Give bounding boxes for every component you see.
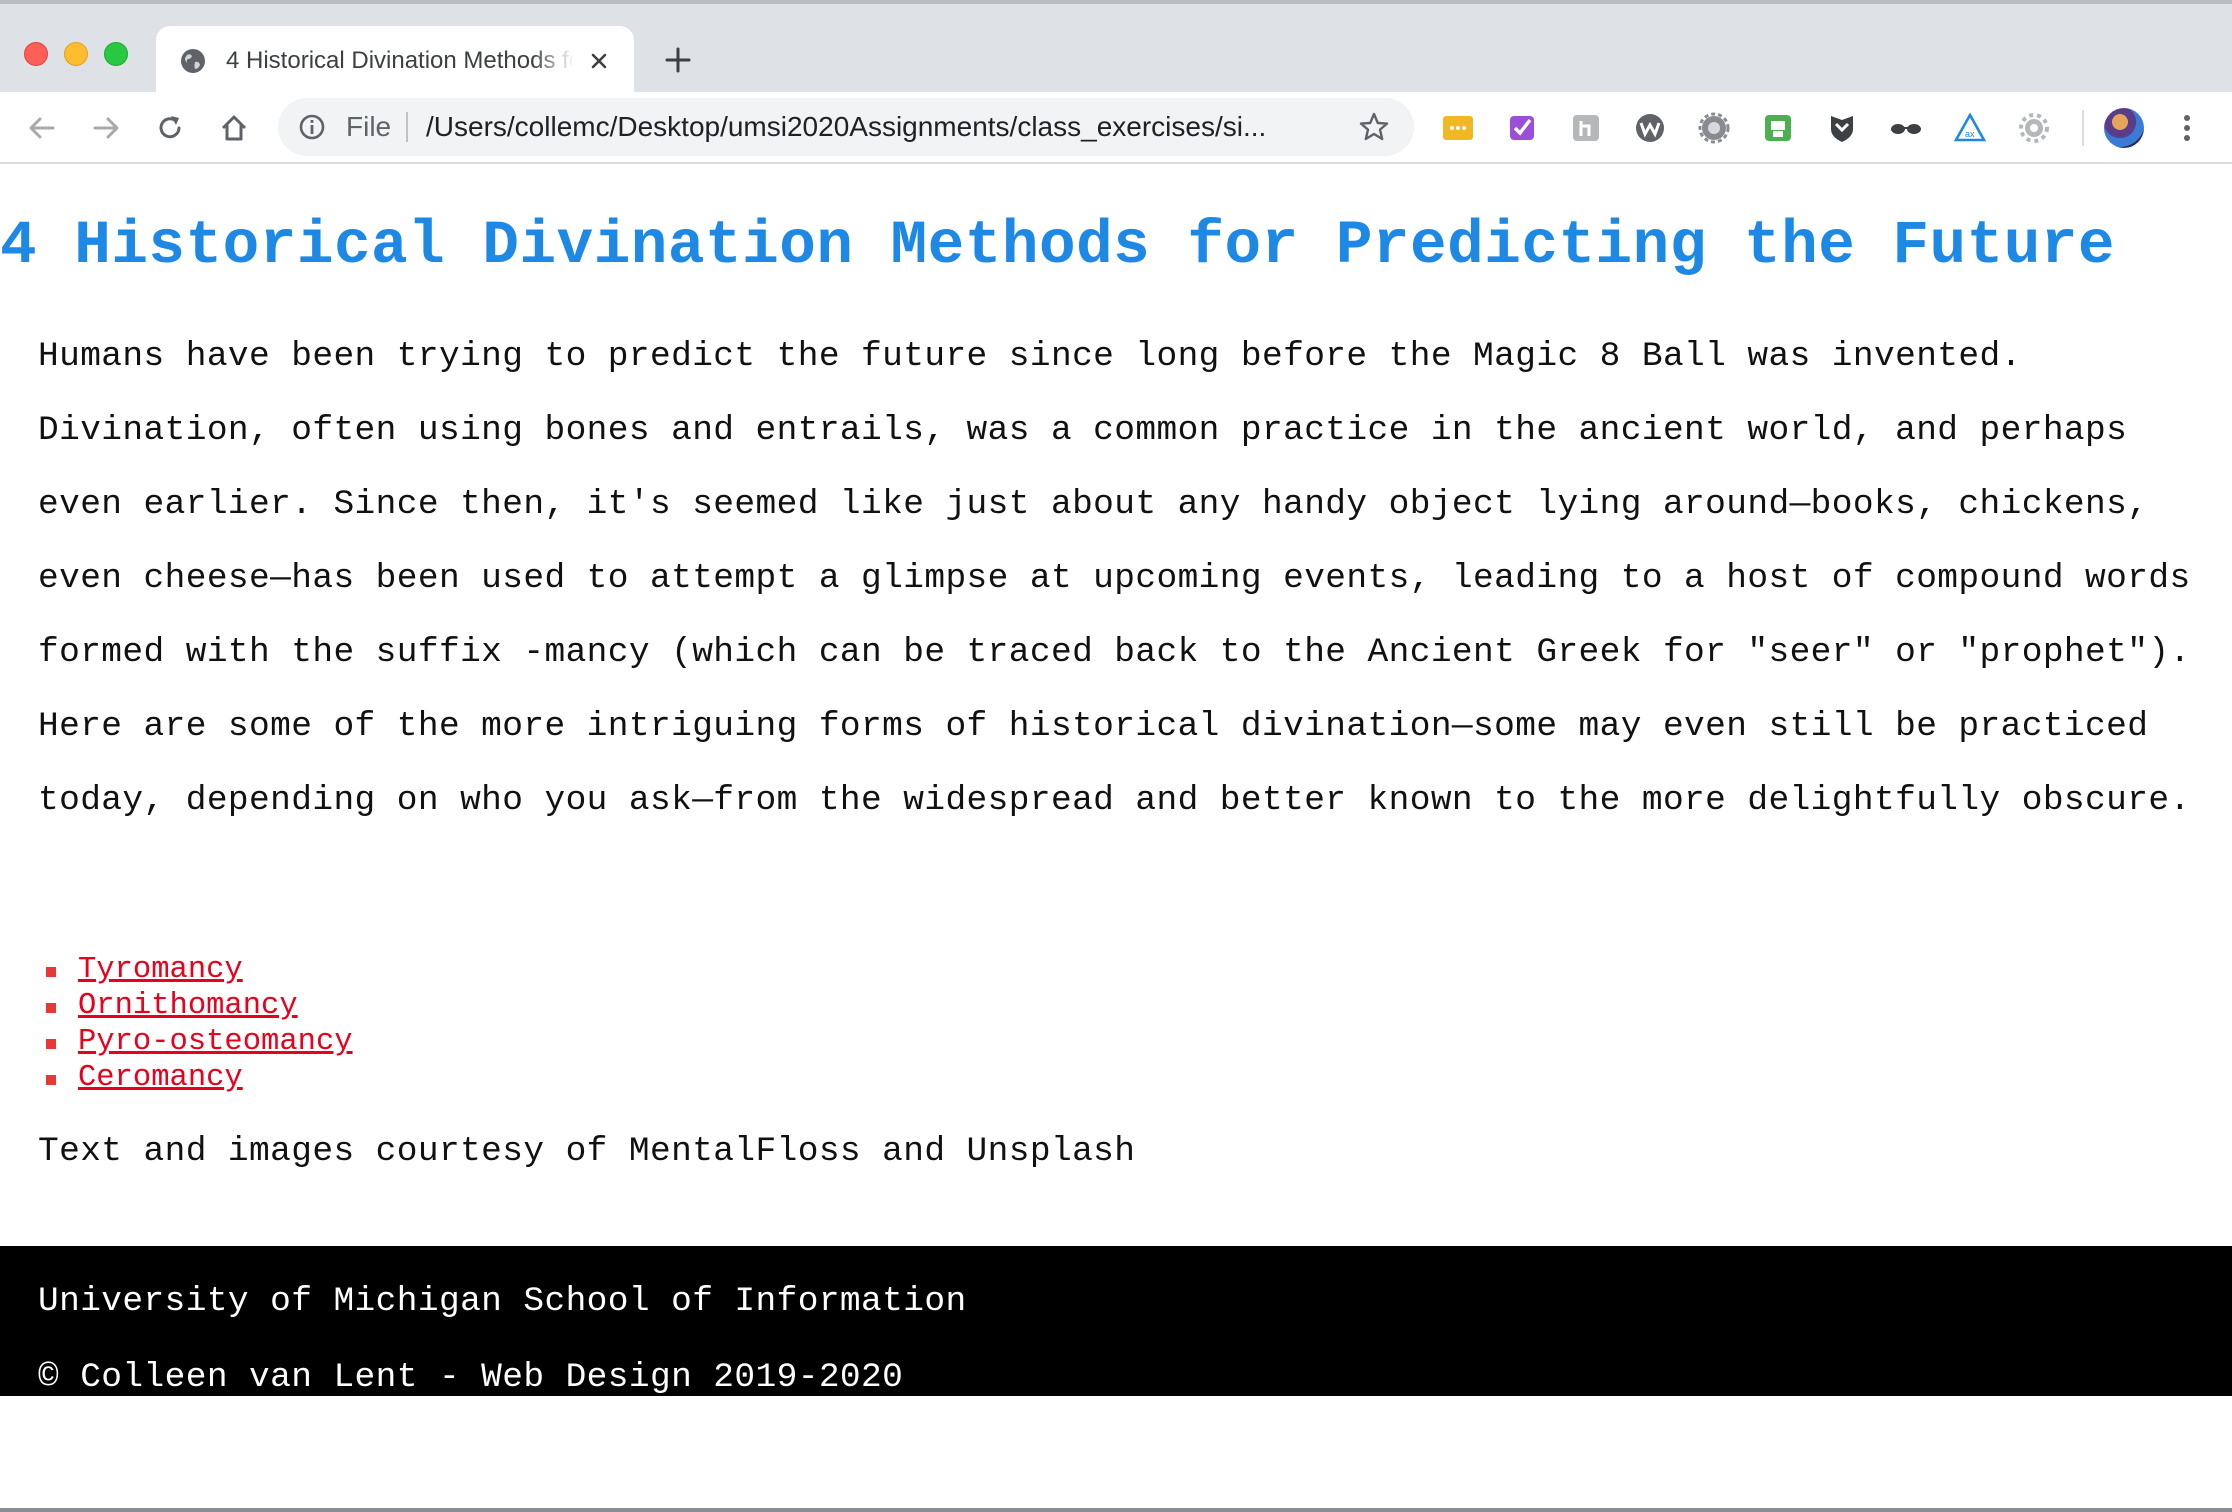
home-button[interactable] [212,106,256,150]
link-ceromancy[interactable]: Ceromancy [78,1061,243,1095]
plus-icon [665,47,691,73]
footer-institution: University of Michigan School of Informa… [38,1282,967,1321]
link-ornithomancy[interactable]: Ornithomancy [78,989,298,1023]
close-window-button[interactable] [24,42,48,66]
link-pyro-osteomancy[interactable]: Pyro-osteomancy [78,1025,353,1059]
checkbox-extension-icon[interactable] [1504,110,1540,146]
divination-link-list: Tyromancy Ornithomancy Pyro-osteomancy C… [38,952,353,1096]
translate-extension-icon[interactable] [1568,110,1604,146]
home-icon [221,115,247,141]
reload-icon [159,116,181,139]
address-bar[interactable]: File /Users/collemc/Desktop/umsi2020Assi… [278,98,1414,156]
list-item: Pyro-osteomancy [38,1024,353,1060]
gear-extension-icon[interactable] [2016,110,2052,146]
list-item: Ornithomancy [38,988,353,1024]
forward-button[interactable] [84,106,128,150]
list-item: Tyromancy [38,952,353,988]
intro-paragraph: Humans have been trying to predict the f… [38,337,2191,820]
arrow-left-icon [29,117,55,139]
wappalyzer-icon[interactable] [1632,110,1668,146]
profile-avatar[interactable] [2104,108,2144,148]
new-tab-button[interactable] [660,42,696,78]
window-bottom-edge [0,1508,2232,1512]
arrow-right-icon [93,117,119,139]
page-title: 4 Historical Divination Methods for Pred… [0,212,2116,281]
info-icon[interactable] [298,113,326,141]
url-text[interactable]: /Users/collemc/Desktop/umsi2020Assignmen… [426,111,1326,143]
print-extension-icon[interactable] [1760,110,1796,146]
toolbar-separator [2082,110,2084,146]
close-tab-icon[interactable] [584,46,614,76]
page-footer: University of Michigan School of Informa… [0,1246,2232,1397]
omnibox-divider [406,112,408,142]
lastpass-icon[interactable] [1440,110,1476,146]
list-item: Ceromancy [38,1060,353,1096]
svg-text:ax: ax [1965,129,1975,139]
settings-extension-icon[interactable] [1696,110,1732,146]
reload-button[interactable] [148,106,192,150]
menu-dots-icon[interactable] [2172,110,2202,146]
browser-tab[interactable]: 4 Historical Divination Methods for Pred… [156,26,634,96]
browser-toolbar: File /Users/collemc/Desktop/umsi2020Assi… [0,92,2232,164]
shield-extension-icon[interactable] [1824,110,1860,146]
browser-titlebar: 4 Historical Divination Methods for Pred… [0,0,2232,96]
bookmark-star-icon[interactable] [1358,111,1390,143]
minimize-window-button[interactable] [64,42,88,66]
url-scheme: File [346,111,392,142]
tab-title: 4 Historical Divination Methods for Pred… [226,47,574,74]
maximize-window-button[interactable] [104,42,128,66]
glasses-extension-icon[interactable] [1888,110,1924,146]
back-button[interactable] [20,106,64,150]
footer-copyright: © Colleen van Lent - Web Design 2019-202… [38,1358,904,1397]
globe-icon [181,49,205,73]
triangle-extension-icon[interactable]: ax [1952,110,1988,146]
link-tyromancy[interactable]: Tyromancy [78,953,243,987]
credits-text: Text and images courtesy of MentalFloss … [38,1132,1136,1171]
